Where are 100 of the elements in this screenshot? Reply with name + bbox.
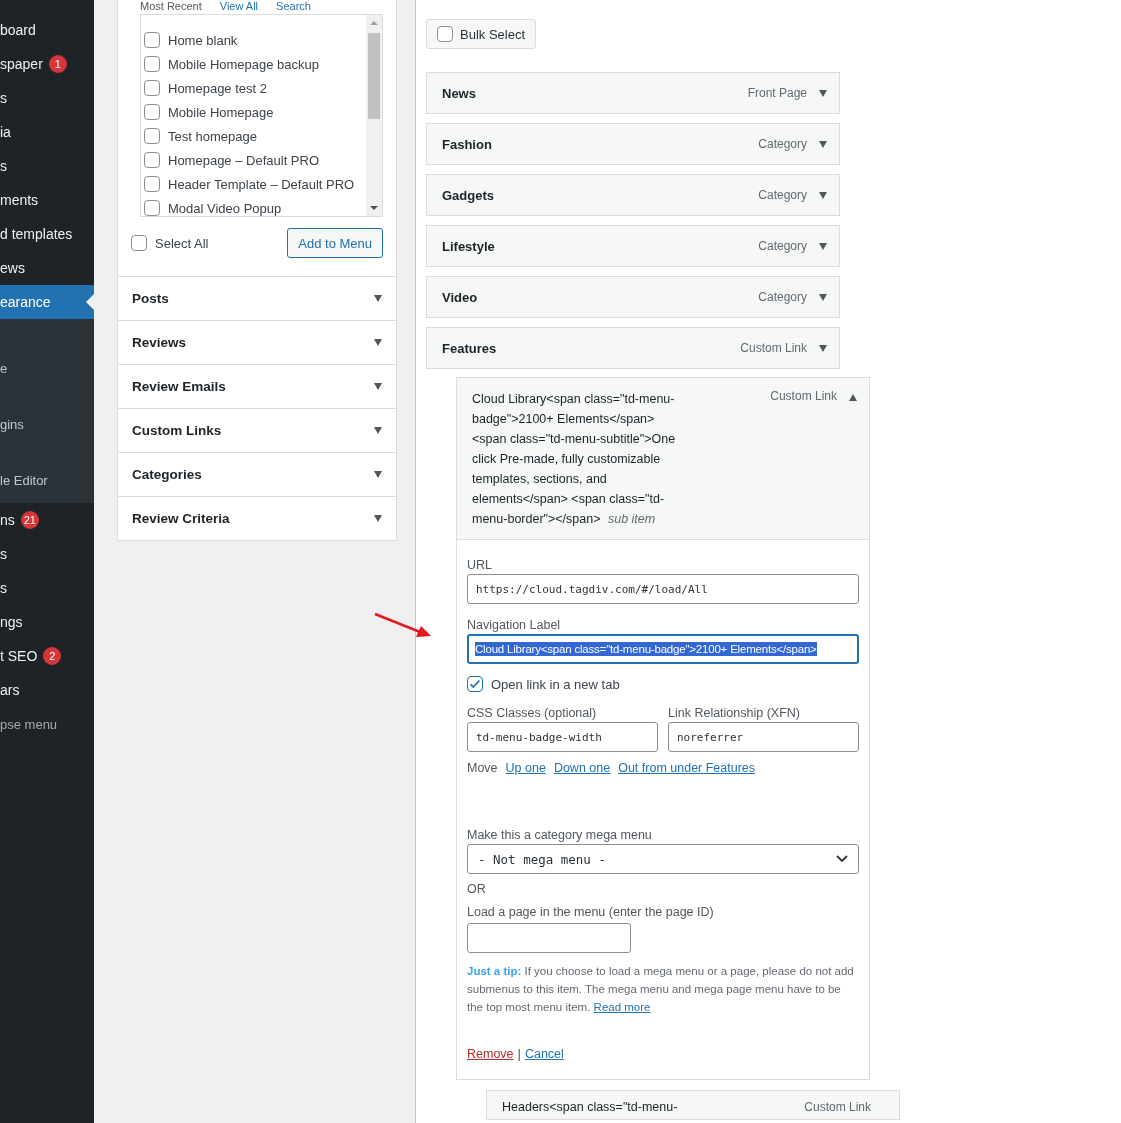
caret-icon (849, 394, 857, 401)
sidebar-item[interactable]: s (0, 149, 94, 183)
tab[interactable]: View All (219, 0, 259, 14)
sidebar-item[interactable]: ia (0, 115, 94, 149)
menu-item-bar[interactable]: Lifestyle Category (426, 225, 840, 267)
accordion-section[interactable]: Reviews (118, 320, 396, 364)
caret-icon (374, 515, 382, 522)
submenu-item[interactable]: le Editor (0, 466, 94, 495)
submenu-item[interactable]: e (0, 354, 94, 383)
move-link[interactable]: Out from under Features (618, 761, 756, 775)
field-label: Link Relationship (XFN) (668, 705, 801, 722)
new-tab-label: Open link in a new tab (491, 676, 620, 692)
move-link[interactable]: Up one (505, 761, 546, 775)
navigation-label-field[interactable]: Cloud Library<span class="td-menu-badge">2100+ Elements</span> (467, 634, 859, 664)
menu-item-bar[interactable]: Video Category (426, 276, 840, 318)
checkbox[interactable] (144, 152, 160, 168)
page-option: Homepage – Default PRO (168, 152, 320, 168)
accordion-section[interactable]: Categories (118, 452, 396, 496)
checkbox[interactable] (144, 56, 160, 72)
item-type-label: Custom Link (804, 1100, 871, 1114)
sidebar-item[interactable]: ns 21 (0, 503, 94, 537)
checkbox[interactable] (144, 128, 160, 144)
sidebar-item[interactable]: s (0, 81, 94, 115)
sidebar-item[interactable]: t SEO 2 (0, 639, 94, 673)
menu-item-title: Headers<span class="td-menu- (502, 1100, 679, 1114)
cancel-link[interactable]: Cancel (524, 1047, 564, 1061)
item-type-label: Custom Link (770, 389, 837, 403)
menu-item-bar[interactable]: Fashion Category (426, 123, 840, 165)
item-type-label: Custom Link (740, 341, 807, 355)
add-to-menu-button[interactable]: Add to Menu (287, 228, 383, 258)
page-option: Home blank (168, 32, 238, 48)
accordion-section[interactable]: Posts (118, 276, 396, 320)
item-type-label: Category (758, 188, 807, 202)
menu-item-title: Features (442, 340, 498, 356)
field-label: Navigation Label (467, 617, 562, 634)
sidebar-item[interactable]: ars (0, 673, 94, 707)
mega-menu-dropdown[interactable]: - Not mega menu - (467, 844, 859, 874)
caret-icon (374, 295, 382, 302)
caret-icon (819, 191, 827, 199)
read-more-link[interactable]: Read more (593, 1001, 651, 1013)
sidebar-item[interactable]: s (0, 571, 94, 605)
field-label: URL (467, 557, 493, 574)
page-option: Homepage test 2 (168, 80, 267, 96)
field-label: CSS Classes (optional) (467, 705, 598, 722)
field-label: Load a page in the menu (enter the page ID) (467, 904, 715, 921)
accordion-section[interactable]: Custom Links (118, 408, 396, 452)
sidebar-item[interactable]: board (0, 13, 94, 47)
checkbox[interactable] (144, 80, 160, 96)
caret-icon (374, 383, 382, 390)
checkbox[interactable] (467, 676, 483, 692)
field-label: Make this a category mega menu (467, 827, 653, 844)
page-option: Modal Video Popup (168, 200, 282, 216)
caret-icon (819, 293, 827, 301)
annotation-arrow (374, 612, 432, 640)
page-option: Header Template – Default PRO (168, 176, 355, 192)
menu-item-bar[interactable]: Headers<span class="td-menu- Custom Link (486, 1090, 900, 1120)
item-type-label: Category (758, 239, 807, 253)
sidebar-item[interactable]: ews (0, 251, 94, 285)
page-option: Test homepage (168, 128, 257, 144)
accordion-section[interactable]: Review Emails (118, 364, 396, 408)
checkbox[interactable] (131, 235, 147, 251)
menu-item-bar[interactable]: Features Custom Link (426, 327, 840, 369)
sidebar-item[interactable]: s (0, 537, 94, 571)
checkbox[interactable] (144, 176, 160, 192)
move-label: Move (467, 761, 498, 775)
checkbox[interactable] (144, 200, 160, 216)
tab[interactable]: Search (276, 0, 311, 14)
menu-item-bar[interactable]: News Front Page (426, 72, 840, 114)
sidebar-item[interactable]: d templates (0, 217, 94, 251)
count-badge: 2 (43, 647, 62, 665)
bulk-select-button[interactable]: Bulk Select (426, 19, 537, 49)
page-option: Mobile Homepage (168, 104, 274, 120)
scrollbar[interactable] (366, 15, 382, 216)
menu-item-title: Video (442, 289, 479, 305)
or-label: OR (467, 881, 487, 898)
css-classes-field[interactable]: td-menu-badge-width (467, 722, 658, 752)
menu-item-title: Cloud Library<span class="td-menu-badge">2100+ Elements</span><span class="td-menu-subtitle">One click Pre-made, fully customizable templates, sections, and elements</span> <span class="td-menu-border"></span> sub item (472, 391, 677, 528)
page-id-field[interactable] (467, 923, 631, 953)
caret-icon (374, 427, 382, 434)
sidebar-item[interactable]: ments (0, 183, 94, 217)
link-relationship-field[interactable]: noreferrer (668, 722, 859, 752)
caret-icon (819, 89, 827, 97)
tab[interactable]: Most Recent (140, 0, 202, 14)
remove-link[interactable]: Remove (467, 1047, 514, 1061)
url-field[interactable]: https://cloud.tagdiv.com/#/load/All (467, 574, 859, 604)
move-link[interactable]: Down one (553, 761, 611, 775)
page-option: Mobile Homepage backup (168, 56, 320, 72)
separator: | (517, 1046, 521, 1061)
menu-item-bar[interactable]: Gadgets Category (426, 174, 840, 216)
submenu-item[interactable]: gins (0, 410, 94, 439)
count-badge: 1 (48, 55, 67, 73)
checkbox[interactable] (144, 32, 160, 48)
sidebar-item[interactable]: pse menu (0, 707, 94, 741)
sidebar-item[interactable]: spaper 1 (0, 47, 94, 81)
caret-icon (819, 140, 827, 148)
accordion-section[interactable]: Review Criteria (118, 496, 396, 540)
sidebar-item[interactable]: earance (0, 285, 94, 319)
sidebar-item[interactable]: ngs (0, 605, 94, 639)
menu-item-title: News (442, 85, 477, 101)
checkbox[interactable] (144, 104, 160, 120)
